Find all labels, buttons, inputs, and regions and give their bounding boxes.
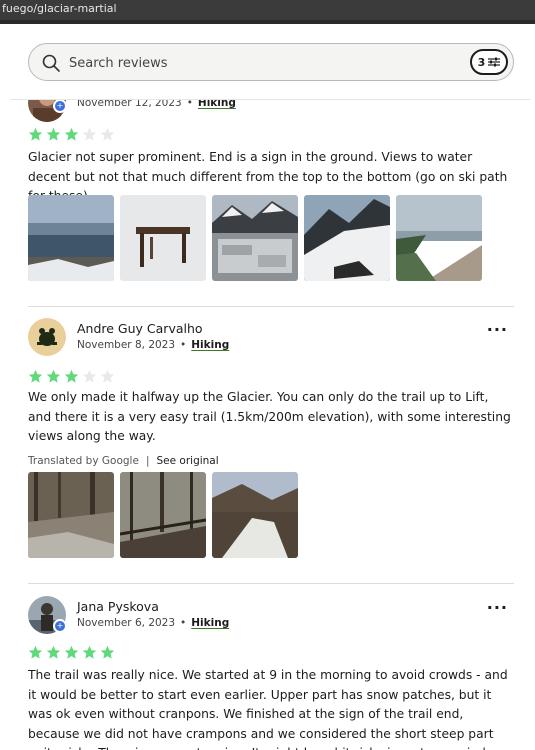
star-empty-icon [100, 127, 115, 146]
star-empty-icon [82, 127, 97, 146]
search-bar[interactable]: 3 [28, 43, 514, 81]
review-date: November 6, 2023 [77, 617, 176, 629]
review-photo[interactable] [28, 472, 114, 558]
review-photo[interactable] [28, 195, 114, 281]
star-filled-icon [82, 645, 97, 664]
avatar[interactable] [28, 318, 66, 356]
star-filled-icon [64, 369, 79, 388]
review-text: The trail was really nice. We started at… [28, 668, 508, 750]
star-filled-icon [28, 369, 43, 388]
review-card: Andre Guy Carvalho November 8, 2023 • Hiki… [28, 318, 514, 583]
review-card: + November 12, 2023 • Hiking Glacier not s… [28, 84, 514, 284]
filter-count: 3 [477, 55, 486, 69]
reviews-page: + November 12, 2023 • Hiking Glacier not s… [10, 24, 530, 750]
photo-strip [28, 472, 298, 558]
star-filled-icon [28, 645, 43, 664]
review-photo[interactable] [212, 195, 298, 281]
star-filled-icon [46, 369, 61, 388]
activity-link[interactable]: Hiking [191, 339, 229, 351]
verified-badge-icon: + [53, 619, 67, 633]
review-divider [28, 583, 514, 584]
star-filled-icon [46, 127, 61, 146]
review-meta: November 8, 2023 • Hiking [77, 339, 230, 351]
search-input[interactable] [69, 52, 449, 74]
more-options-button[interactable]: ··· [487, 598, 508, 617]
star-rating [28, 127, 115, 146]
review-photo[interactable] [212, 472, 298, 558]
review-photo[interactable] [120, 195, 206, 281]
star-filled-icon [64, 645, 79, 664]
star-filled-icon [46, 645, 61, 664]
review-photo[interactable] [120, 472, 206, 558]
star-filled-icon [64, 127, 79, 146]
verified-badge-icon: + [53, 99, 67, 113]
review-photo[interactable] [304, 195, 390, 281]
filter-button[interactable]: 3 [470, 49, 508, 75]
star-filled-icon [100, 645, 115, 664]
review-date: November 8, 2023 [77, 339, 176, 351]
review-text: We only made it halfway up the Glacier. … [28, 390, 511, 443]
see-original-link[interactable]: See original [156, 455, 218, 467]
star-rating [28, 369, 115, 388]
star-empty-icon [100, 369, 115, 388]
photo-strip [28, 195, 482, 281]
review-card: + Jana Pyskova November 6, 2023 • Hiking ·… [28, 596, 514, 750]
search-icon [42, 54, 60, 72]
address-bar[interactable]: fuego/glaciar-martial [0, 0, 535, 20]
sliders-icon [488, 57, 501, 67]
review-meta: November 6, 2023 • Hiking [77, 617, 230, 629]
more-options-button[interactable]: ··· [487, 320, 508, 339]
search-header: 3 [10, 24, 530, 100]
avatar-frog-icon [28, 318, 66, 356]
translated-by-label: Translated by [28, 455, 99, 467]
review-divider [28, 306, 514, 307]
review-photo[interactable] [396, 195, 482, 281]
star-empty-icon [82, 369, 97, 388]
google-brand: Google [101, 455, 139, 467]
reviewer-name[interactable]: Jana Pyskova [77, 599, 159, 614]
reviewer-name[interactable]: Andre Guy Carvalho [77, 321, 203, 336]
translation-note: Translated by Google | See original [28, 455, 219, 467]
star-filled-icon [28, 127, 43, 146]
url-text: fuego/glaciar-martial [2, 2, 117, 15]
activity-link[interactable]: Hiking [191, 617, 229, 629]
star-rating [28, 645, 115, 664]
